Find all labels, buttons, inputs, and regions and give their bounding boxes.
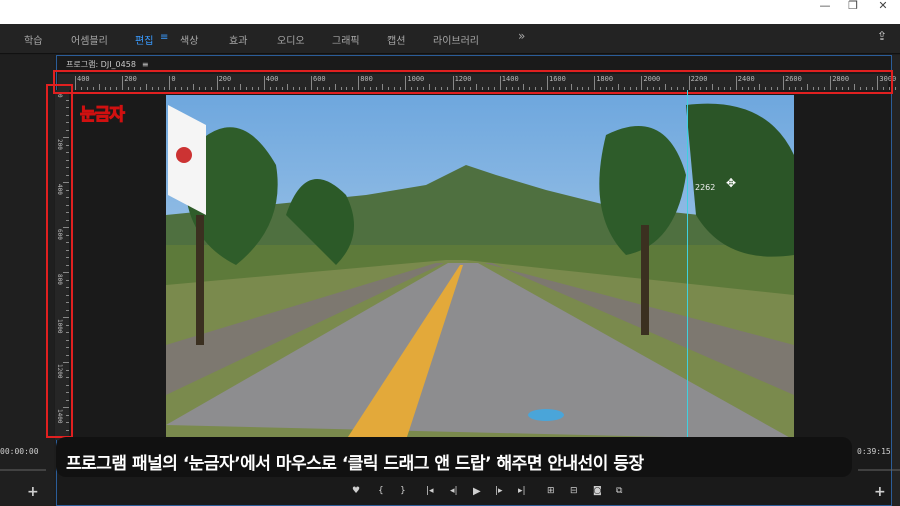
program-panel-header: 프로그램: DJI_0458 ≡ bbox=[66, 59, 149, 70]
duration-timecode: 0:39:15 bbox=[857, 447, 891, 456]
compare-icon[interactable]: ⧉ bbox=[616, 486, 622, 496]
right-panel bbox=[892, 55, 900, 506]
step-back-icon[interactable]: ◂| bbox=[450, 486, 458, 496]
step-forward-icon[interactable]: |▸ bbox=[495, 486, 503, 496]
ruler-highlight-horizontal bbox=[53, 70, 893, 94]
transport-controls: ♥ { } |◂ ◂| ▶ |▸ ▸| ⊞ ⊟ ◙ ⧉ bbox=[0, 484, 900, 502]
overflow-icon[interactable]: » bbox=[518, 29, 525, 43]
ruler-callout: 눈금자 bbox=[80, 105, 126, 126]
mark-out-icon[interactable]: } bbox=[400, 486, 406, 496]
minimize-button[interactable]: — bbox=[810, 0, 840, 14]
tab-libraries[interactable]: 라이브러리 bbox=[433, 32, 479, 47]
tab-assembly[interactable]: 어셈블리 bbox=[71, 32, 108, 47]
add-button-right[interactable]: + bbox=[874, 484, 886, 500]
tab-editing[interactable]: 편집 bbox=[135, 32, 153, 47]
move-cursor-icon: ✥ bbox=[726, 176, 737, 190]
tab-effects[interactable]: 효과 bbox=[229, 32, 247, 47]
mark-in-icon[interactable]: { bbox=[378, 486, 384, 496]
panel-menu-icon[interactable]: ≡ bbox=[142, 60, 149, 69]
program-panel-title: 프로그램: DJI_0458 bbox=[66, 60, 136, 69]
tab-color[interactable]: 색상 bbox=[180, 32, 198, 47]
scrub-bar[interactable] bbox=[0, 467, 900, 473]
ruler-tick bbox=[895, 87, 897, 90]
go-to-out-icon[interactable]: ▸| bbox=[518, 486, 526, 496]
window-titlebar: — ❐ ✕ bbox=[0, 0, 900, 24]
play-icon[interactable]: ▶ bbox=[473, 486, 481, 497]
add-button-left[interactable]: + bbox=[27, 484, 39, 500]
workspace-bar: 학습 어셈블리 편집 ≡ 색상 효과 오디오 그래픽 캡션 라이브러리 » ⇪ bbox=[0, 24, 900, 54]
tab-audio[interactable]: 오디오 bbox=[277, 32, 305, 47]
export-icon[interactable]: ⇪ bbox=[877, 29, 887, 43]
guide-line[interactable] bbox=[687, 90, 688, 440]
maximize-button[interactable]: ❐ bbox=[838, 0, 868, 14]
ruler-highlight-vertical bbox=[46, 84, 73, 438]
video-scene-image bbox=[166, 95, 794, 440]
tab-graphics[interactable]: 그래픽 bbox=[332, 32, 360, 47]
tab-captions[interactable]: 캡션 bbox=[387, 32, 405, 47]
insert-icon[interactable]: ⊞ bbox=[547, 486, 555, 496]
guide-position-label: 2262 bbox=[695, 183, 716, 192]
tab-learning[interactable]: 학습 bbox=[24, 32, 42, 47]
add-marker-icon[interactable]: ♥ bbox=[352, 486, 360, 496]
close-button[interactable]: ✕ bbox=[868, 0, 898, 14]
video-frame[interactable] bbox=[166, 95, 794, 440]
current-timecode[interactable]: 00:00:00 bbox=[0, 447, 39, 456]
export-frame-icon[interactable]: ◙ bbox=[593, 486, 602, 496]
overwrite-icon[interactable]: ⊟ bbox=[570, 486, 578, 496]
go-to-in-icon[interactable]: |◂ bbox=[426, 486, 434, 496]
workspace-menu-icon[interactable]: ≡ bbox=[160, 32, 168, 43]
